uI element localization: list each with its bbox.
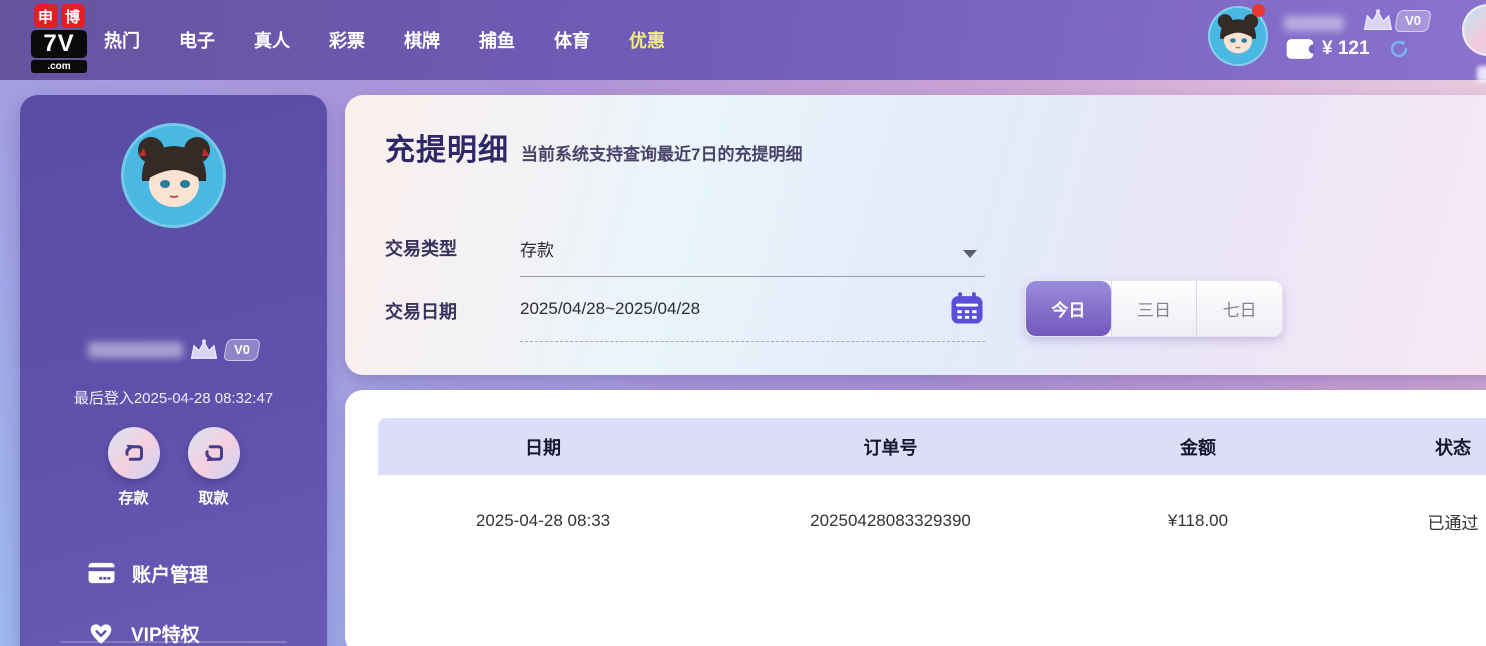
nav-item-promos[interactable]: 优惠 xyxy=(629,27,665,53)
avatar-illustration xyxy=(124,126,224,226)
table-header-row: 日期 订单号 金额 状态 xyxy=(378,418,1486,475)
wallet-icon xyxy=(1286,38,1314,60)
nav-item-sports[interactable]: 体育 xyxy=(554,27,590,53)
cell-amount: ¥118.00 xyxy=(1073,511,1323,531)
transaction-date-label: 交易日期 xyxy=(385,298,457,324)
logo-com: .com xyxy=(31,60,87,73)
main-content: 充提明细 当前系统支持查询最近7日的充提明细 交易类型 存款 交易日期 2025… xyxy=(345,95,1486,646)
calendar-icon[interactable] xyxy=(949,291,985,330)
deposit-label: 存款 xyxy=(118,487,148,508)
nav-item-lottery[interactable]: 彩票 xyxy=(329,27,365,53)
cell-order-number: 20250428083329390 xyxy=(708,511,1073,531)
nav-item-slots[interactable]: 电子 xyxy=(179,27,215,53)
header-order-number: 订单号 xyxy=(708,434,1073,460)
blurred-username xyxy=(1284,16,1344,31)
logo-cn-row: 申 博 xyxy=(34,4,85,28)
vip-badge-top: V0 xyxy=(1362,8,1430,32)
sidebar-divider xyxy=(60,641,287,643)
results-panel: 日期 订单号 金额 状态 2025-04-28 08:33 2025042808… xyxy=(345,390,1486,646)
title-row: 充提明细 当前系统支持查询最近7日的充提明细 xyxy=(385,125,802,169)
logo-cn-left: 申 xyxy=(34,4,58,28)
deposit-button[interactable]: 存款 xyxy=(108,427,160,508)
top-nav-bar: 申 博 7V .com 热门 电子 真人 彩票 棋牌 捕鱼 体育 优惠 xyxy=(0,0,1486,80)
vip-level-tag: V0 xyxy=(223,339,261,361)
deposit-icon xyxy=(108,427,160,479)
nav-item-live[interactable]: 真人 xyxy=(254,27,290,53)
balance-row: ¥ 121 xyxy=(1286,38,1410,60)
nav-item-hot[interactable]: 热门 xyxy=(104,27,140,53)
crown-icon xyxy=(189,338,219,361)
filter-panel: 充提明细 当前系统支持查询最近7日的充提明细 交易类型 存款 交易日期 2025… xyxy=(345,95,1486,375)
page-subtitle: 当前系统支持查询最近7日的充提明细 xyxy=(521,140,802,169)
customer-service-button[interactable] xyxy=(1462,4,1486,56)
header-date: 日期 xyxy=(378,434,708,460)
range-3day-button[interactable]: 三日 xyxy=(1111,281,1197,336)
transaction-date-input[interactable]: 2025/04/28~2025/04/28 xyxy=(520,299,700,319)
sidebar-item-vip[interactable]: VIP特权 xyxy=(20,603,327,646)
page-title: 充提明细 xyxy=(385,125,509,169)
transaction-type-label: 交易类型 xyxy=(385,235,457,261)
notification-dot xyxy=(1252,4,1265,17)
sidebar-avatar[interactable] xyxy=(121,123,226,228)
quick-actions: 存款 取款 xyxy=(20,427,327,508)
sidebar-item-account[interactable]: 账户管理 xyxy=(20,543,327,603)
header-amount: 金额 xyxy=(1073,434,1323,460)
bank-card-icon xyxy=(88,562,115,584)
vip-level-tag: V0 xyxy=(1394,10,1432,32)
table-row: 2025-04-28 08:33 20250428083329390 ¥118.… xyxy=(378,475,1486,567)
logo-7v: 7V xyxy=(31,30,87,58)
crown-icon xyxy=(1362,8,1394,32)
results-table: 日期 订单号 金额 状态 2025-04-28 08:33 2025042808… xyxy=(378,418,1486,567)
cell-status: 已通过 xyxy=(1323,509,1486,534)
logo-cn-right: 博 xyxy=(61,4,85,28)
balance-amount: ¥ 121 xyxy=(1322,38,1370,60)
date-range-toggle: 今日 三日 七日 xyxy=(1025,280,1283,337)
withdraw-icon xyxy=(188,427,240,479)
sidebar-username-row: V0 xyxy=(20,338,327,361)
page-root: 申 博 7V .com 热门 电子 真人 彩票 棋牌 捕鱼 体育 优惠 xyxy=(0,0,1486,646)
customer-service-label xyxy=(1477,66,1486,82)
sidebar-menu: 账户管理 VIP特权 红利红包 xyxy=(20,543,327,646)
range-today-button[interactable]: 今日 xyxy=(1026,281,1111,336)
last-login-text: 最后登入2025-04-28 08:32:47 xyxy=(20,387,327,408)
range-7day-button[interactable]: 七日 xyxy=(1196,281,1282,336)
type-field-underline xyxy=(520,276,985,277)
withdraw-button[interactable]: 取款 xyxy=(188,427,240,508)
transaction-type-select[interactable]: 存款 xyxy=(520,236,554,261)
site-logo[interactable]: 申 博 7V .com xyxy=(20,4,98,73)
main-nav-menu: 热门 电子 真人 彩票 棋牌 捕鱼 体育 优惠 xyxy=(104,0,665,80)
sidebar-item-label: 账户管理 xyxy=(132,560,208,587)
user-sidebar: V0 最后登入2025-04-28 08:32:47 存款 xyxy=(20,95,327,646)
chevron-down-icon xyxy=(963,250,977,258)
cell-date: 2025-04-28 08:33 xyxy=(378,511,708,531)
nav-item-fishing[interactable]: 捕鱼 xyxy=(479,27,515,53)
header-status: 状态 xyxy=(1323,434,1486,460)
withdraw-label: 取款 xyxy=(198,487,228,508)
nav-item-cards[interactable]: 棋牌 xyxy=(404,27,440,53)
blurred-username xyxy=(88,342,183,358)
date-field-underline xyxy=(520,341,985,342)
refresh-icon[interactable] xyxy=(1388,38,1410,60)
